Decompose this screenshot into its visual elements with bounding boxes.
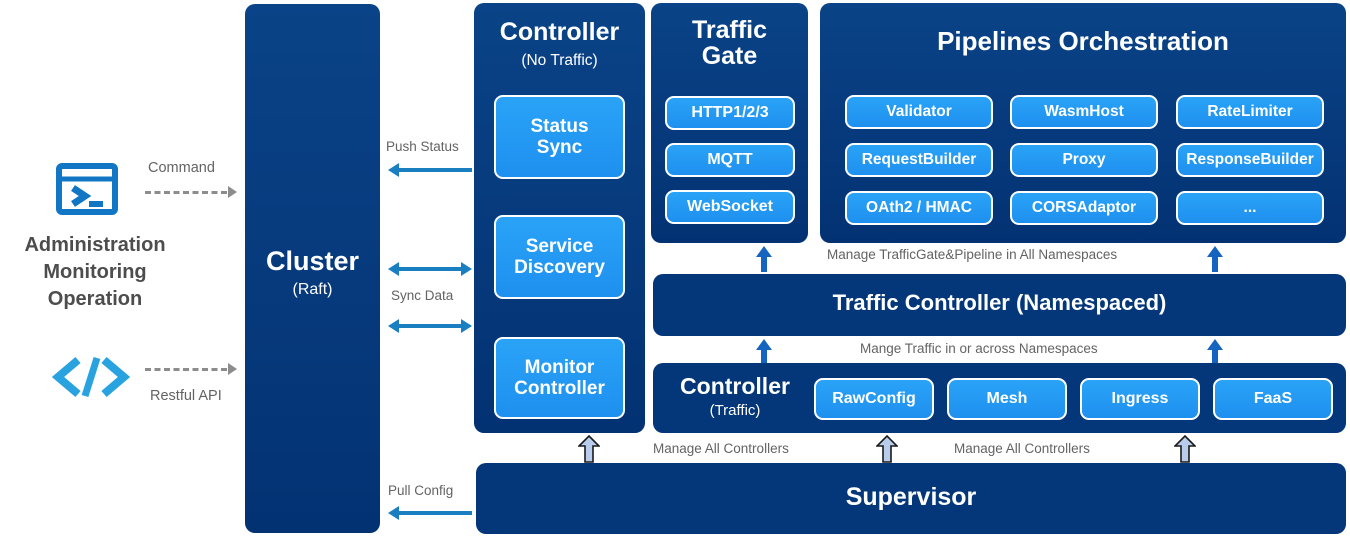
pull-config-label: Pull Config: [388, 483, 454, 498]
architecture-diagram: Administration Monitoring Operation Comm…: [0, 0, 1350, 537]
supervisor-panel[interactable]: Supervisor: [476, 463, 1346, 534]
chip-proxy[interactable]: Proxy: [1010, 143, 1158, 177]
restful-api-label: Restful API: [150, 388, 222, 404]
traffic-gate-panel[interactable]: Traffic Gate HTTP1/2/3 MQTT WebSocket: [651, 3, 808, 243]
chip-faas[interactable]: FaaS: [1213, 378, 1333, 420]
controller-traffic-subtitle: (Traffic): [709, 402, 761, 419]
cluster-title: Cluster: [265, 246, 360, 276]
command-label: Command: [148, 160, 215, 176]
pipelines-title: Pipelines Orchestration: [937, 26, 1229, 56]
chip-ratelimiter[interactable]: RateLimiter: [1176, 95, 1324, 129]
chip-http[interactable]: HTTP1/2/3: [665, 96, 795, 130]
controller-no-traffic-panel[interactable]: Controller (No Traffic) Status Sync Serv…: [474, 3, 645, 433]
chip-monitor-controller-line-1: Monitor: [524, 356, 595, 378]
manage-gate-pipeline-label: Manage TrafficGate&Pipeline in All Names…: [827, 247, 1118, 262]
pull-config-arrow: [388, 506, 472, 520]
controller-no-traffic-subtitle: (No Traffic): [521, 52, 598, 69]
controller-traffic-title: Controller: [680, 373, 790, 399]
block-up-arrow-2: [876, 435, 898, 463]
traffic-gate-title-line-2: Gate: [701, 42, 758, 71]
chip-more[interactable]: ...: [1176, 191, 1324, 225]
code-brackets-icon: [51, 355, 131, 404]
block-up-arrow-1: [578, 435, 600, 463]
chip-mqtt[interactable]: MQTT: [665, 143, 795, 177]
block-up-arrow-3: [1174, 435, 1196, 463]
left-caption-line-3: Operation: [47, 288, 143, 310]
chip-requestbuilder[interactable]: RequestBuilder: [845, 143, 993, 177]
traffic-gate-title: Traffic Gate: [651, 17, 808, 70]
up-arrow-traffic-right: [1206, 339, 1224, 365]
up-arrow-traffic-left: [755, 339, 773, 365]
chip-oauth2-hmac[interactable]: OAth2 / HMAC: [845, 191, 993, 225]
cluster-subtitle: (Raft): [292, 281, 333, 298]
controller-no-traffic-title: Controller: [499, 18, 620, 46]
left-caption-line-2: Monitoring: [43, 261, 147, 283]
pipelines-orchestration-panel[interactable]: Pipelines Orchestration Validator WasmHo…: [820, 3, 1346, 243]
chip-monitor-controller[interactable]: Monitor Controller: [494, 337, 625, 419]
manage-all-controllers-label-2: Manage All Controllers: [954, 441, 1090, 456]
sync-data-label: Sync Data: [391, 288, 454, 303]
up-arrow-pipelines: [1206, 246, 1224, 272]
traffic-gate-title-line-1: Traffic: [691, 16, 768, 44]
traffic-controller-panel[interactable]: Traffic Controller (Namespaced): [653, 274, 1346, 336]
cluster-panel[interactable]: Cluster (Raft): [245, 4, 380, 533]
command-arrow: [145, 186, 237, 198]
left-caption: Administration Monitoring Operation: [0, 232, 190, 313]
supervisor-title: Supervisor: [845, 483, 977, 511]
chip-websocket[interactable]: WebSocket: [665, 190, 795, 224]
chip-validator[interactable]: Validator: [845, 95, 993, 129]
chip-status-sync-line-1: Status: [530, 115, 589, 137]
chip-wasmhost[interactable]: WasmHost: [1010, 95, 1158, 129]
chip-status-sync[interactable]: Status Sync: [494, 95, 625, 179]
chip-responsebuilder[interactable]: ResponseBuilder: [1176, 143, 1324, 177]
push-status-arrow: [388, 163, 472, 177]
chip-monitor-controller-line-2: Controller: [514, 378, 605, 399]
chip-ingress[interactable]: Ingress: [1080, 378, 1200, 420]
up-arrow-traffic-gate: [755, 246, 773, 272]
push-status-label: Push Status: [386, 139, 459, 154]
chip-corsadaptor[interactable]: CORSAdaptor: [1010, 191, 1158, 225]
sync-data-arrow-top: [388, 262, 472, 276]
chip-mesh[interactable]: Mesh: [947, 378, 1067, 420]
traffic-controller-title: Traffic Controller (Namespaced): [832, 290, 1167, 315]
manage-traffic-label: Mange Traffic in or across Namespaces: [860, 341, 1098, 356]
chip-service-discovery[interactable]: Service Discovery: [494, 215, 625, 299]
restful-api-arrow: [145, 363, 237, 375]
terminal-icon: [56, 163, 118, 220]
chip-rawconfig[interactable]: RawConfig: [814, 378, 934, 420]
controller-traffic-panel[interactable]: Controller (Traffic) RawConfig Mesh Ingr…: [653, 363, 1346, 433]
chip-status-sync-line-2: Sync: [536, 137, 583, 158]
left-caption-line-1: Administration: [24, 234, 166, 256]
chip-service-discovery-line-2: Discovery: [514, 257, 605, 278]
manage-all-controllers-label-1: Manage All Controllers: [653, 441, 789, 456]
chip-service-discovery-line-1: Service: [525, 235, 594, 257]
sync-data-arrow-bottom: [388, 319, 472, 333]
